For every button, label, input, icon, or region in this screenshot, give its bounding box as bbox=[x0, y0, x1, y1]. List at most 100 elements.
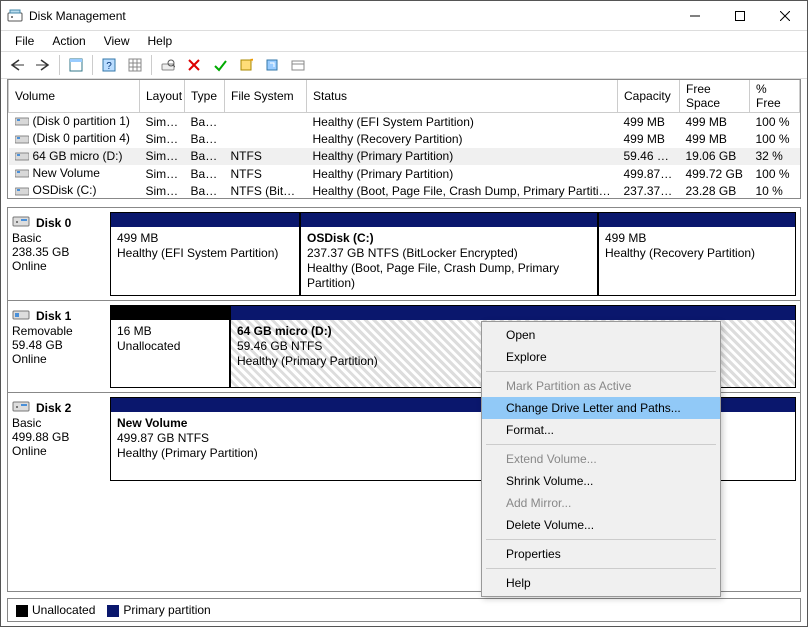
volume-type: Basic bbox=[185, 165, 225, 182]
context-item[interactable]: Delete Volume... bbox=[482, 514, 720, 536]
context-item[interactable]: Explore bbox=[482, 346, 720, 368]
legend: Unallocated Primary partition bbox=[7, 598, 801, 622]
col-status[interactable]: Status bbox=[307, 80, 618, 113]
view-panel-icon[interactable] bbox=[64, 54, 88, 76]
context-item[interactable]: Help bbox=[482, 572, 720, 594]
volume-capacity: 499 MB bbox=[618, 130, 680, 147]
partition-line: 499 MB bbox=[117, 231, 293, 246]
help-icon[interactable]: ? bbox=[97, 54, 121, 76]
partition-stripe bbox=[301, 213, 597, 227]
volume-row[interactable]: (Disk 0 partition 4)SimpleBasicHealthy (… bbox=[9, 130, 800, 147]
volume-pfree: 100 % bbox=[750, 130, 800, 147]
volume-layout: Simple bbox=[140, 130, 185, 147]
volume-name: (Disk 0 partition 1) bbox=[33, 114, 130, 128]
disk-row: Disk 0Basic238.35 GBOnline499 MBHealthy … bbox=[8, 208, 800, 301]
close-button[interactable] bbox=[762, 1, 807, 30]
disk-state: Online bbox=[12, 259, 102, 273]
disk-type: Basic bbox=[12, 416, 102, 430]
partition[interactable]: 499 MBHealthy (EFI System Partition) bbox=[110, 212, 300, 296]
volume-capacity: 499 MB bbox=[618, 113, 680, 131]
legend-unallocated: Unallocated bbox=[16, 603, 95, 617]
context-item[interactable]: Open bbox=[482, 324, 720, 346]
disk-icon bbox=[12, 399, 30, 416]
volume-free: 23.28 GB bbox=[680, 182, 750, 199]
forward-button[interactable] bbox=[31, 54, 55, 76]
disk-info[interactable]: Disk 2Basic499.88 GBOnline bbox=[8, 393, 106, 485]
context-separator bbox=[486, 444, 716, 445]
disk-size: 238.35 GB bbox=[12, 245, 102, 259]
window-buttons bbox=[672, 1, 807, 30]
minimize-button[interactable] bbox=[672, 1, 717, 30]
back-button[interactable] bbox=[5, 54, 29, 76]
menu-help[interactable]: Help bbox=[140, 32, 181, 50]
check-icon[interactable] bbox=[208, 54, 232, 76]
partition-stripe bbox=[111, 213, 299, 227]
refresh-icon[interactable] bbox=[260, 54, 284, 76]
partition-title: OSDisk (C:) bbox=[307, 231, 591, 246]
partition-line: 16 MB bbox=[117, 324, 223, 339]
titlebar[interactable]: Disk Management bbox=[1, 1, 807, 31]
volume-status: Healthy (EFI System Partition) bbox=[307, 113, 618, 131]
new-volume-icon[interactable]: ✚ bbox=[234, 54, 258, 76]
legend-primary: Primary partition bbox=[107, 603, 210, 617]
col-volume[interactable]: Volume bbox=[9, 80, 140, 113]
context-separator bbox=[486, 371, 716, 372]
volume-layout: Simple bbox=[140, 165, 185, 182]
menu-view[interactable]: View bbox=[96, 32, 138, 50]
partition[interactable]: OSDisk (C:)237.37 GB NTFS (BitLocker Enc… bbox=[300, 212, 598, 296]
col-free[interactable]: Free Space bbox=[680, 80, 750, 113]
volume-icon bbox=[15, 166, 29, 181]
grid-icon[interactable] bbox=[123, 54, 147, 76]
toolbar-separator bbox=[59, 55, 60, 75]
svg-text:?: ? bbox=[106, 61, 112, 72]
disk-icon bbox=[12, 214, 30, 231]
delete-icon[interactable] bbox=[182, 54, 206, 76]
volume-status: Healthy (Primary Partition) bbox=[307, 165, 618, 182]
col-pfree[interactable]: % Free bbox=[750, 80, 800, 113]
window-title: Disk Management bbox=[29, 9, 672, 23]
volume-row[interactable]: (Disk 0 partition 1)SimpleBasicHealthy (… bbox=[9, 113, 800, 131]
volume-row[interactable]: OSDisk (C:)SimpleBasicNTFS (BitLo...Heal… bbox=[9, 182, 800, 199]
disk-name: Disk 1 bbox=[36, 309, 71, 323]
volume-name: New Volume bbox=[33, 166, 100, 180]
unallocated-region[interactable]: 16 MBUnallocated bbox=[110, 305, 230, 388]
col-fs[interactable]: File System bbox=[225, 80, 307, 113]
context-item: Add Mirror... bbox=[482, 492, 720, 514]
col-capacity[interactable]: Capacity bbox=[618, 80, 680, 113]
svg-text:✚: ✚ bbox=[250, 58, 253, 65]
partition-line: 237.37 GB NTFS (BitLocker Encrypted) bbox=[307, 246, 591, 261]
volume-type: Basic bbox=[185, 148, 225, 165]
disk-info[interactable]: Disk 0Basic238.35 GBOnline bbox=[8, 208, 106, 300]
disk-type: Basic bbox=[12, 231, 102, 245]
volume-status: Healthy (Primary Partition) bbox=[307, 148, 618, 165]
context-item[interactable]: Format... bbox=[482, 419, 720, 441]
col-layout[interactable]: Layout bbox=[140, 80, 185, 113]
disk-management-window: Disk Management File Action View Help ? … bbox=[0, 0, 808, 627]
properties-icon[interactable] bbox=[286, 54, 310, 76]
volume-icon bbox=[15, 132, 29, 147]
partition-line: Healthy (Recovery Partition) bbox=[605, 246, 789, 261]
volume-row[interactable]: New VolumeSimpleBasicNTFSHealthy (Primar… bbox=[9, 165, 800, 182]
col-type[interactable]: Type bbox=[185, 80, 225, 113]
maximize-button[interactable] bbox=[717, 1, 762, 30]
partition[interactable]: 499 MBHealthy (Recovery Partition) bbox=[598, 212, 796, 296]
context-item[interactable]: Shrink Volume... bbox=[482, 470, 720, 492]
toolbar: ? ✚ bbox=[1, 51, 807, 79]
disk-state: Online bbox=[12, 352, 102, 366]
volume-row[interactable]: 64 GB micro (D:)SimpleBasicNTFSHealthy (… bbox=[9, 148, 800, 165]
scan-disks-icon[interactable] bbox=[156, 54, 180, 76]
disk-info[interactable]: Disk 1Removable59.48 GBOnline bbox=[8, 301, 106, 392]
menu-file[interactable]: File bbox=[7, 32, 42, 50]
toolbar-separator bbox=[92, 55, 93, 75]
context-item[interactable]: Properties bbox=[482, 543, 720, 565]
volume-list[interactable]: Volume Layout Type File System Status Ca… bbox=[7, 79, 801, 199]
volume-type: Basic bbox=[185, 130, 225, 147]
context-item[interactable]: Change Drive Letter and Paths... bbox=[482, 397, 720, 419]
disk-icon bbox=[12, 307, 30, 324]
context-item: Extend Volume... bbox=[482, 448, 720, 470]
volume-fs: NTFS bbox=[225, 148, 307, 165]
menu-action[interactable]: Action bbox=[44, 32, 93, 50]
partition-stripe bbox=[231, 306, 795, 320]
disk-type: Removable bbox=[12, 324, 102, 338]
volume-fs bbox=[225, 113, 307, 131]
